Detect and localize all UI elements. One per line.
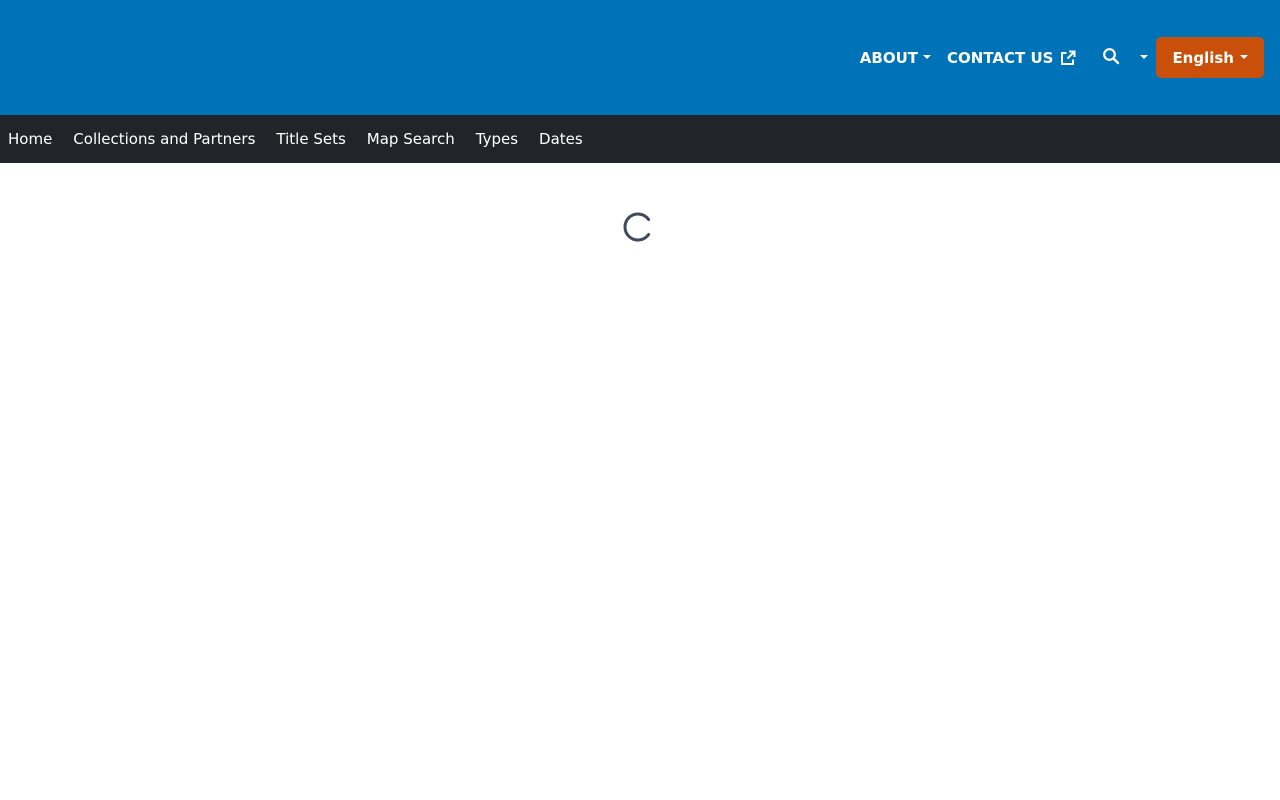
about-label: ABOUT [859, 48, 918, 67]
main-nav: Home Collections and Partners Title Sets… [0, 115, 1280, 163]
nav-item-dates[interactable]: Dates [539, 130, 583, 148]
utility-nav: ABOUT CONTACT US English [860, 37, 1264, 78]
language-label: English [1172, 48, 1234, 67]
loading-spinner-icon [622, 211, 654, 243]
search-icon [1102, 47, 1120, 69]
contact-us-link[interactable]: CONTACT US [947, 49, 1076, 67]
caret-down-icon [1140, 54, 1149, 59]
nav-item-title-sets[interactable]: Title Sets [276, 130, 345, 148]
search-dropdown[interactable] [1102, 47, 1149, 69]
nav-item-types[interactable]: Types [476, 130, 518, 148]
about-dropdown[interactable]: ABOUT [860, 49, 931, 67]
nav-item-map-search[interactable]: Map Search [367, 130, 455, 148]
caret-down-icon [1240, 54, 1248, 59]
contact-label: CONTACT US [947, 48, 1054, 67]
language-button[interactable]: English [1156, 37, 1264, 78]
caret-down-icon [923, 54, 931, 59]
top-header: ABOUT CONTACT US English [0, 0, 1280, 115]
external-link-icon [1060, 50, 1076, 66]
nav-item-home[interactable]: Home [8, 130, 52, 148]
nav-item-collections-and-partners[interactable]: Collections and Partners [73, 130, 255, 148]
